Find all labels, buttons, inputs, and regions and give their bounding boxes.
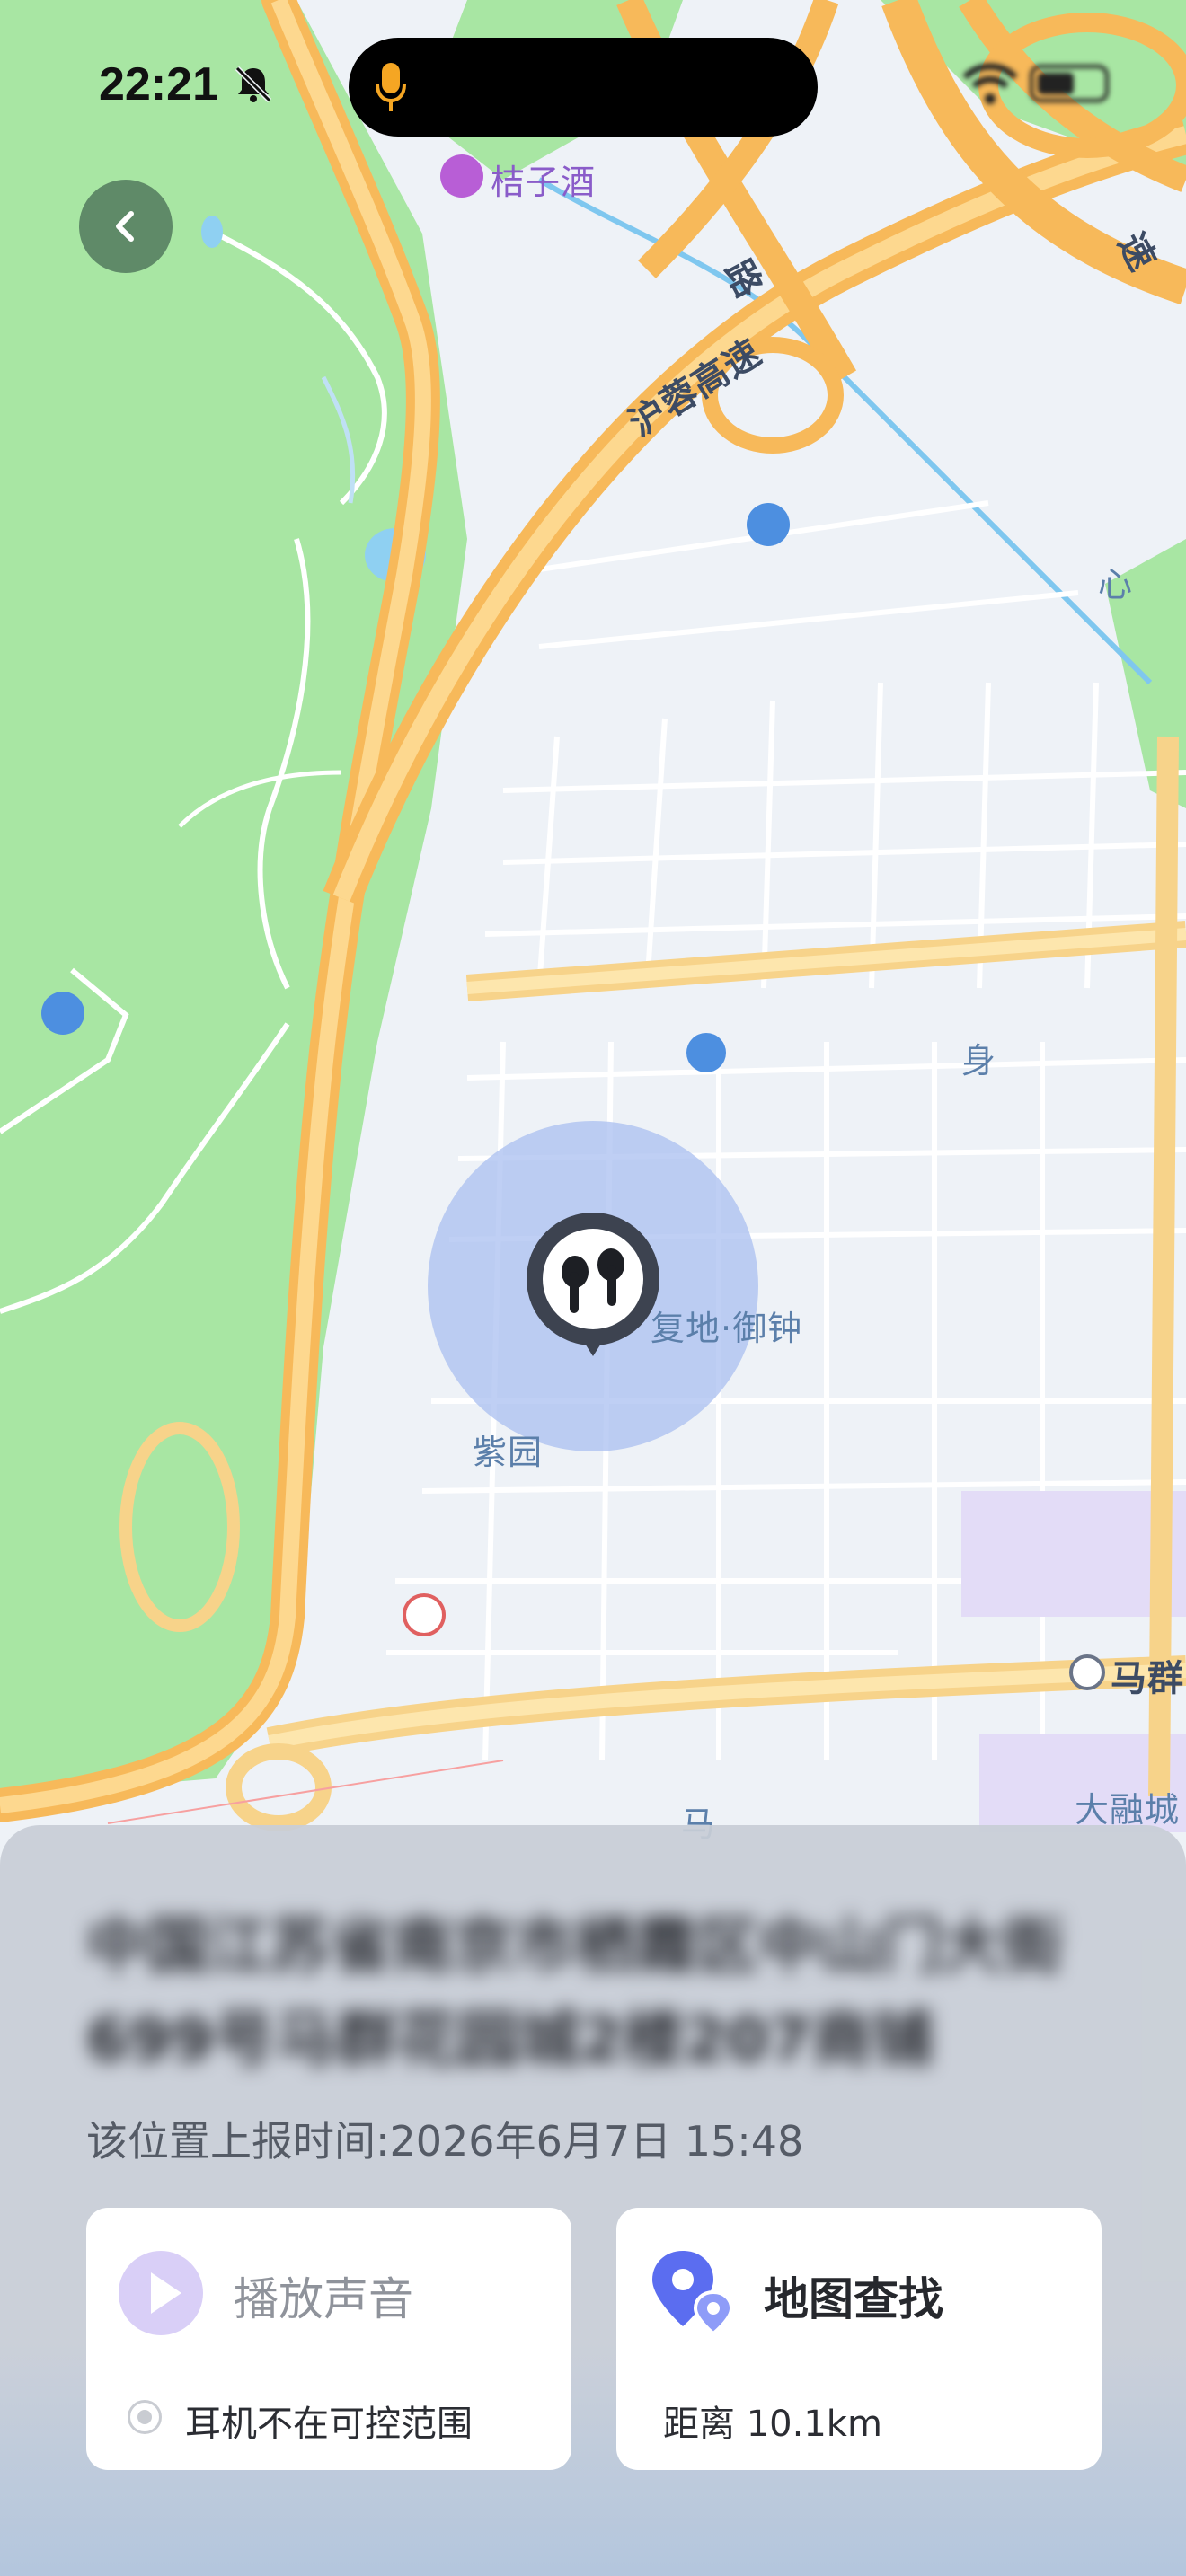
map-label-xin: 心: [1098, 565, 1134, 604]
map-find-label: 地图查找: [764, 2273, 943, 2325]
back-button[interactable]: [79, 180, 173, 273]
map-label-ziyuan: 紫园: [473, 1433, 544, 1472]
status-time: 22:21: [99, 58, 218, 110]
status-dot-icon: [128, 2400, 162, 2434]
play-sound-label: 播放声音: [234, 2273, 413, 2325]
map-label-fudi[interactable]: 复地·御钟: [651, 1301, 802, 1350]
report-time: 该位置上报时间:2026年6月7日 15:48: [86, 2117, 804, 2166]
location-sheet: 中国江苏省南京市栖霞区中山门大街699号马群花园城2楼207商铺 该位置上报时间…: [0, 1825, 1186, 2576]
map-find-card[interactable]: 地图查找 距离 10.1km: [616, 2208, 1102, 2470]
map-label-shen: 身: [961, 1041, 997, 1081]
chevron-left-icon: [116, 211, 134, 242]
battery-icon: [1030, 65, 1109, 102]
play-sound-status: 耳机不在可控范围: [185, 2404, 473, 2445]
map-find-distance: 距离 10.1km: [663, 2404, 882, 2445]
map-pin-icon: [652, 2251, 734, 2336]
play-sound-card[interactable]: 播放声音 耳机不在可控范围: [86, 2208, 571, 2470]
map-label-maqun[interactable]: 马群: [1111, 1649, 1184, 1701]
dynamic-island: [349, 38, 818, 137]
earbuds-icon: [527, 1213, 659, 1356]
address-text: 中国江苏省南京市栖霞区中山门大街699号马群花园城2楼207商铺: [86, 1911, 1065, 2076]
status-icons: [809, 54, 1114, 117]
status-bar: 22:21: [0, 0, 1186, 171]
mic-icon: [376, 63, 406, 111]
play-icon: [119, 2251, 203, 2335]
wifi-icon: [962, 63, 1018, 104]
map-label-darongcheng[interactable]: 大融城: [1075, 1782, 1180, 1831]
bell-off-icon: [235, 66, 272, 103]
device-marker[interactable]: [523, 1213, 663, 1365]
